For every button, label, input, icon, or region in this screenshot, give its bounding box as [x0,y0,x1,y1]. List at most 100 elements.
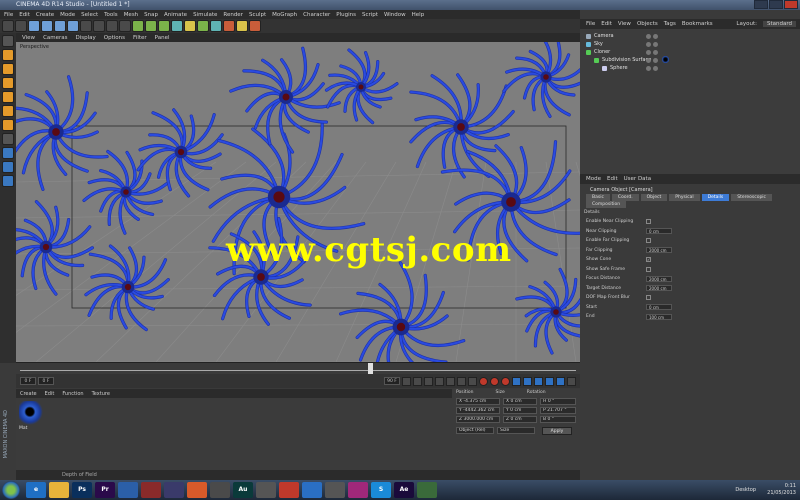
render-visibility-dot[interactable] [653,41,658,47]
layout-select[interactable]: Standard [762,21,796,27]
taskbar-app-icon[interactable] [210,482,230,498]
snap-icon[interactable] [2,161,14,173]
redo-icon[interactable] [15,20,27,32]
taskbar-app-icon[interactable] [302,482,322,498]
object-name[interactable]: Sphere [610,65,628,71]
attribute-checkbox[interactable]: ✓ [646,257,651,262]
goto-end-icon[interactable] [468,376,477,386]
coord-field[interactable]: Z 0 cm [503,416,537,423]
taskbar-app-icon[interactable] [417,482,437,498]
coord-field[interactable]: X -4.375 cm [456,398,500,405]
menu-render[interactable]: Render [223,12,243,18]
attribute-field[interactable]: 0 cm [646,228,672,234]
render-visibility-dot[interactable] [653,65,658,71]
attribute-checkbox[interactable] [646,266,651,272]
polygons-mode-icon[interactable] [2,119,14,131]
coord-system-icon[interactable] [119,20,131,32]
material-menu-function[interactable]: Function [62,391,83,397]
prev-key-icon[interactable] [413,376,422,386]
taskbar-app-icon[interactable] [118,482,138,498]
x-axis-icon[interactable] [80,20,92,32]
taskbar-app-icon[interactable] [187,482,207,498]
viewport-menu-view[interactable]: View [22,35,35,41]
timeline-playhead[interactable] [368,363,373,374]
coord-field[interactable]: Y 0 cm [503,407,537,414]
autokey-icon[interactable] [490,376,499,386]
clock-date[interactable]: 21/05/2013 [767,490,796,497]
attribute-field[interactable]: 2000 cm [646,247,672,253]
viewport-menu-filter[interactable]: Filter [133,35,147,41]
menu-select[interactable]: Select [81,12,98,18]
current-frame-field[interactable]: 0 F [38,377,54,385]
material-menu-edit[interactable]: Edit [45,391,55,397]
subdivision-surface-icon[interactable] [197,20,209,32]
coord-field[interactable]: X 0 cm [503,398,537,405]
taskbar-app-icon[interactable]: Ae [394,482,414,498]
array-icon[interactable] [210,20,222,32]
attribute-menu-user-data[interactable]: User Data [624,176,651,182]
attribute-menu-edit[interactable]: Edit [607,176,618,182]
pla-key-icon[interactable] [556,376,565,386]
menu-plugins[interactable]: Plugins [336,12,356,18]
next-frame-icon[interactable] [446,376,455,386]
menu-sculpt[interactable]: Sculpt [249,12,266,18]
z-axis-icon[interactable] [106,20,118,32]
attribute-checkbox[interactable] [646,295,651,300]
rotate-icon[interactable] [67,20,79,32]
coord-field[interactable]: B 0 ° [540,416,576,423]
parameter-key-icon[interactable] [545,376,554,386]
taskbar-app-icon[interactable] [348,482,368,498]
attribute-field[interactable]: 2000 cm [646,285,672,291]
render-visibility-dot[interactable] [653,49,658,55]
play-icon[interactable] [435,376,444,386]
object-row[interactable]: Camera [580,32,800,40]
material-menu-texture[interactable]: Texture [92,391,110,397]
menu-edit[interactable]: Edit [19,12,30,18]
editor-visibility-dot[interactable] [646,49,651,55]
object-row[interactable]: Subdivision Surface [580,56,800,64]
viewport[interactable]: Perspective www.cgtsj.com [16,42,580,362]
taskbar-app-icon[interactable]: S [371,482,391,498]
prev-frame-icon[interactable] [424,376,433,386]
timeline-ruler[interactable] [20,365,576,371]
tweak-mode-icon[interactable] [2,147,14,159]
taskbar-app-icon[interactable]: Au [233,482,253,498]
tab-composition[interactable]: Composition [586,201,627,208]
goto-start-icon[interactable] [402,376,411,386]
menu-mograph[interactable]: MoGraph [272,12,297,18]
taskbar-app-icon[interactable] [325,482,345,498]
render-visibility-dot[interactable] [653,57,658,63]
editor-visibility-dot[interactable] [646,33,651,39]
coord-field[interactable]: H 0 ° [540,398,576,405]
tab-object[interactable]: Object [640,194,668,201]
taskbar-app-icon[interactable]: e [26,482,46,498]
material-tag-icon[interactable] [662,56,669,63]
object-name[interactable]: Subdivision Surface [602,57,651,63]
tab-coord[interactable]: Coord. [611,194,639,201]
minimize-button[interactable] [754,0,768,9]
texture-mode-icon[interactable] [2,63,14,75]
object-menu-edit[interactable]: Edit [601,21,612,27]
object-visibility-flags[interactable] [646,57,658,63]
object-visibility-flags[interactable] [646,49,658,55]
menu-mode[interactable]: Mode [60,12,75,18]
editor-visibility-dot[interactable] [646,57,651,63]
make-editable-icon[interactable] [2,35,14,47]
tab-details[interactable]: Details [701,194,730,201]
viewport-menu-panel[interactable]: Panel [155,35,170,41]
object-row[interactable]: Sphere [580,64,800,72]
cube-icon[interactable] [171,20,183,32]
live-selection-icon[interactable] [28,20,40,32]
coord-field[interactable]: P 21.707 ° [540,407,576,414]
taskbar-app-icon[interactable] [256,482,276,498]
menu-snap[interactable]: Snap [144,12,158,18]
floor-icon[interactable] [236,20,248,32]
desktop-toolbar-label[interactable]: Desktop [735,487,756,494]
move-icon[interactable] [41,20,53,32]
object-menu-file[interactable]: File [586,21,595,27]
maximize-button[interactable] [769,0,783,9]
tab-basic[interactable]: Basic [586,194,610,201]
start-button[interactable] [2,481,20,499]
menu-file[interactable]: File [4,12,13,18]
menu-character[interactable]: Character [303,12,330,18]
